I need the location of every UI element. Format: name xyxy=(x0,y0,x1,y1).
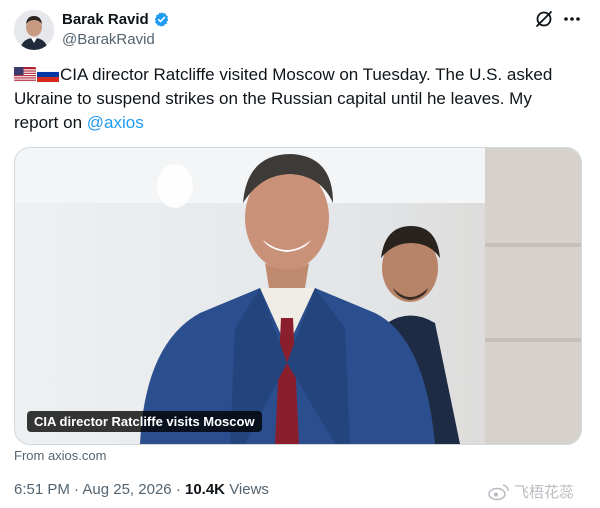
verified-badge-icon[interactable] xyxy=(153,11,170,28)
russia-flag-icon xyxy=(36,65,60,82)
weibo-logo-icon xyxy=(488,483,509,500)
tweet-meta: 6:51 PM · Aug 25, 2026 · 10.4K Views xyxy=(14,481,269,498)
author-name-row: Barak Ravid xyxy=(62,11,170,28)
views-count: 10.4K xyxy=(184,481,226,498)
card-caption: CIA director Ratcliffe visits Moscow xyxy=(27,411,262,432)
mention-link[interactable]: @axios xyxy=(87,113,144,132)
author-handle[interactable]: @BarakRavid xyxy=(62,31,155,48)
author-name[interactable]: Barak Ravid xyxy=(62,11,149,28)
meta-separator: · xyxy=(74,481,80,498)
views-label: Views xyxy=(229,481,269,498)
tweet-text: CIA director Ratcliffe visited Moscow on… xyxy=(14,63,580,135)
watermark: 飞梧花蕊 xyxy=(488,481,574,502)
grok-icon[interactable] xyxy=(534,9,554,29)
article-photo xyxy=(15,148,581,444)
card-source[interactable]: From axios.com xyxy=(14,448,106,463)
tweet-date[interactable]: Aug 25, 2026 xyxy=(82,481,171,498)
link-card[interactable]: CIA director Ratcliffe visits Moscow xyxy=(14,147,582,445)
meta-separator: · xyxy=(175,481,181,498)
tweet-time[interactable]: 6:51 PM xyxy=(14,481,70,498)
avatar[interactable] xyxy=(14,10,54,50)
us-flag-icon xyxy=(14,65,36,82)
watermark-text: 飞梧花蕊 xyxy=(514,484,575,501)
more-icon[interactable] xyxy=(561,8,583,30)
